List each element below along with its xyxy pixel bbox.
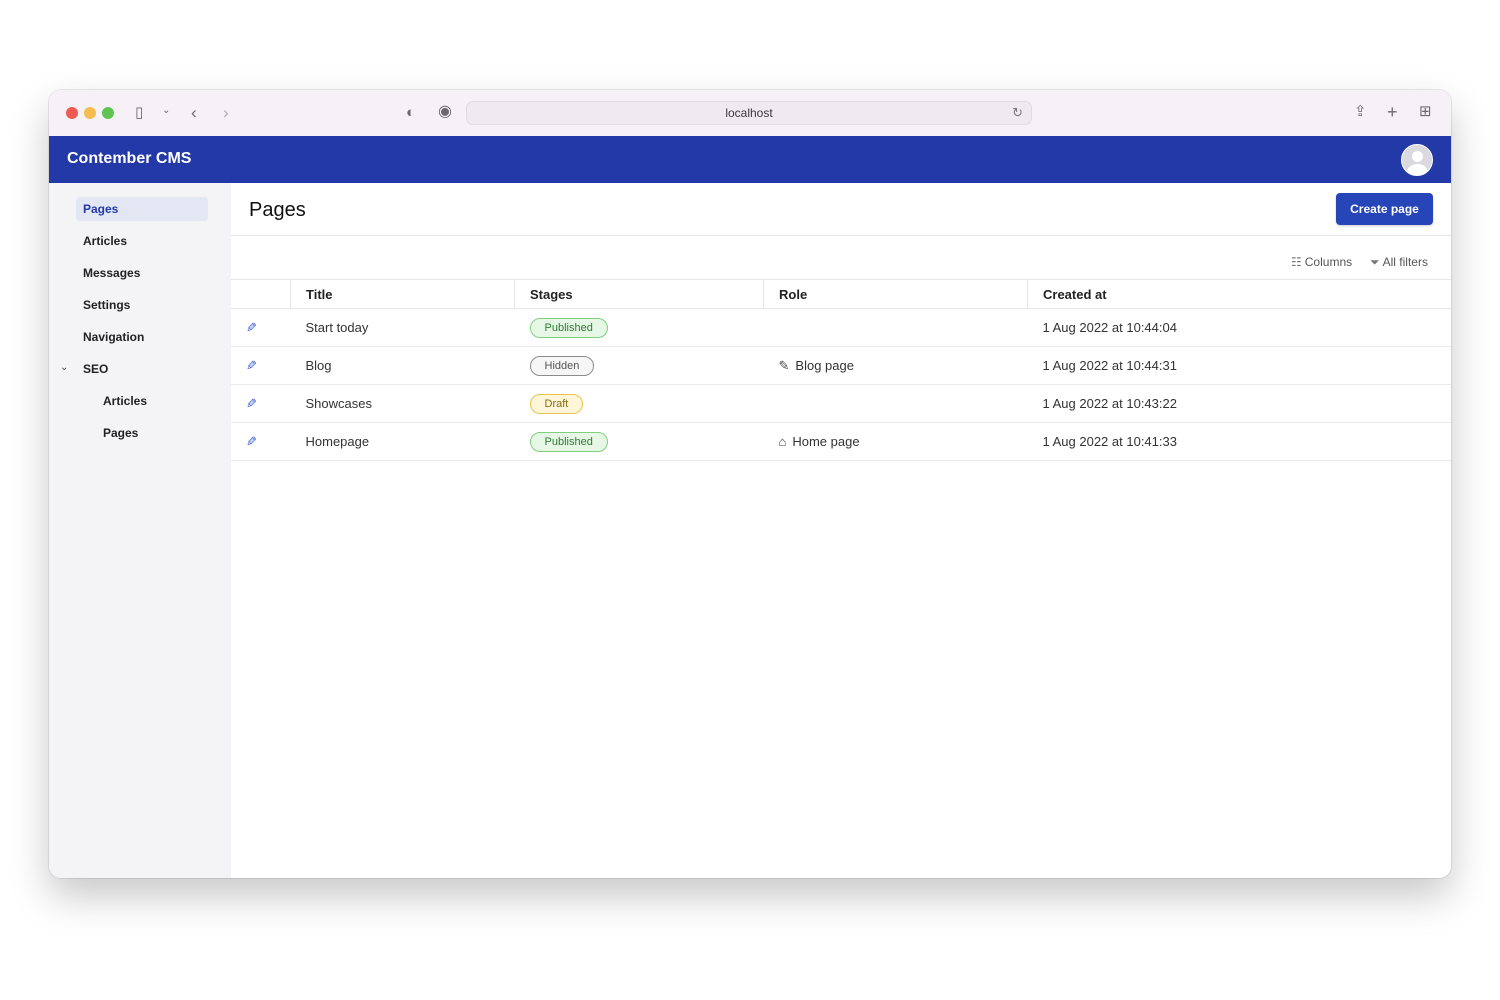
sidebar-item-messages[interactable]: Messages xyxy=(76,261,208,285)
cell-created-at: 1 Aug 2022 at 10:43:22 xyxy=(1027,384,1451,423)
password-manager-icon[interactable]: ◉ xyxy=(438,104,452,120)
cell-created-at: 1 Aug 2022 at 10:41:33 xyxy=(1027,422,1451,461)
table-row[interactable]: ✎ Homepage Published ⌂ Home page 1 Aug 20… xyxy=(231,422,1451,461)
table-row[interactable]: ✎ Showcases Draft 1 Aug 2022 at 10:43:22 xyxy=(231,384,1451,423)
edit-icon[interactable]: ✎ xyxy=(246,396,257,412)
pages-table: Title Stages Role Created at ✎ Start tod… xyxy=(231,279,1451,461)
status-badge: Published xyxy=(529,317,608,338)
cell-role xyxy=(763,384,1028,423)
sidebar-item-pages[interactable]: Pages xyxy=(76,197,208,221)
blog-page-icon: ✎ xyxy=(778,357,790,373)
columns-button[interactable]: ☷ Columns xyxy=(1291,255,1352,269)
status-badge: Published xyxy=(529,431,608,452)
divider xyxy=(231,235,1451,236)
sidebar-toggle-icon[interactable]: ▯ xyxy=(135,105,143,120)
share-icon[interactable]: ⇪ xyxy=(1354,104,1367,119)
home-icon: ⌂ xyxy=(778,434,787,449)
edit-icon[interactable]: ✎ xyxy=(246,358,257,374)
sidebar: Pages Articles Messages Settings Navigat… xyxy=(49,183,231,878)
chevron-down-icon[interactable]: ⌄ xyxy=(60,362,68,373)
avatar[interactable] xyxy=(1401,144,1433,176)
cell-created-at: 1 Aug 2022 at 10:44:31 xyxy=(1027,346,1451,385)
back-icon[interactable]: ‹ xyxy=(191,104,197,121)
cell-title: Showcases xyxy=(290,384,515,423)
role-label: Home page xyxy=(792,434,860,449)
app-title[interactable]: Contember CMS xyxy=(67,150,191,168)
columns-icon: ☷ xyxy=(1291,255,1302,269)
cell-title: Homepage xyxy=(290,422,515,461)
maximize-window-button[interactable] xyxy=(102,107,114,119)
filter-icon: ⏷ xyxy=(1370,255,1380,269)
close-window-button[interactable] xyxy=(66,107,78,119)
main-content: Pages Create page ☷ Columns ⏷ All filters … xyxy=(231,183,1451,878)
reload-icon[interactable]: ↻ xyxy=(1012,102,1023,124)
address-bar[interactable]: localhost ↻ xyxy=(466,101,1032,125)
cell-title: Blog xyxy=(290,346,515,385)
page-title: Pages xyxy=(249,199,306,221)
role-label: Blog page xyxy=(795,357,854,373)
table-header-actions xyxy=(231,279,291,309)
table-header-stages[interactable]: Stages xyxy=(514,279,764,309)
privacy-shield-icon[interactable]: ◐ xyxy=(406,105,415,120)
sidebar-item-navigation[interactable]: Navigation xyxy=(76,325,208,349)
cell-created-at: 1 Aug 2022 at 10:44:04 xyxy=(1027,308,1451,347)
cell-role xyxy=(763,308,1028,347)
browser-window: ▯ ⌄ ‹ › ◐ ◉ localhost ↻ ⇪ + ⊞ Contember … xyxy=(49,90,1451,878)
table-header-role[interactable]: Role xyxy=(763,279,1028,309)
create-page-button[interactable]: Create page xyxy=(1336,193,1433,225)
app-header: Contember CMS xyxy=(49,136,1451,183)
table-row[interactable]: ✎ Blog Hidden ✎ Blog page 1 Aug 2022 at 1… xyxy=(231,346,1451,385)
cell-role: ✎ Blog page xyxy=(763,346,1028,385)
tab-overview-icon[interactable]: ⊞ xyxy=(1419,104,1432,119)
sidebar-item-seo[interactable]: SEO xyxy=(76,357,208,381)
table-row[interactable]: ✎ Start today Published 1 Aug 2022 at 10… xyxy=(231,308,1451,347)
sidebar-item-settings[interactable]: Settings xyxy=(76,293,208,317)
table-header-title[interactable]: Title xyxy=(290,279,515,309)
sidebar-item-articles[interactable]: Articles xyxy=(76,229,208,253)
cell-title: Start today xyxy=(290,308,515,347)
url-text: localhost xyxy=(725,106,773,120)
edit-icon[interactable]: ✎ xyxy=(246,320,257,336)
chevron-down-icon[interactable]: ⌄ xyxy=(162,106,170,116)
columns-label: Columns xyxy=(1304,255,1353,269)
all-filters-button[interactable]: ⏷ All filters xyxy=(1370,255,1428,270)
cell-role: ⌂ Home page xyxy=(763,422,1028,461)
sidebar-item-seo-articles[interactable]: Articles xyxy=(96,389,208,413)
forward-icon[interactable]: › xyxy=(223,104,229,121)
table-header-row: Title Stages Role Created at xyxy=(231,279,1451,309)
status-badge: Hidden xyxy=(529,355,595,376)
new-tab-icon[interactable]: + xyxy=(1387,103,1398,121)
minimize-window-button[interactable] xyxy=(84,107,96,119)
edit-icon[interactable]: ✎ xyxy=(246,434,257,450)
browser-toolbar: ▯ ⌄ ‹ › ◐ ◉ localhost ↻ ⇪ + ⊞ xyxy=(49,90,1451,137)
table-header-created-at[interactable]: Created at xyxy=(1027,279,1451,309)
sidebar-item-seo-pages[interactable]: Pages xyxy=(96,421,208,445)
filters-label: All filters xyxy=(1382,255,1428,269)
status-badge: Draft xyxy=(529,393,584,414)
